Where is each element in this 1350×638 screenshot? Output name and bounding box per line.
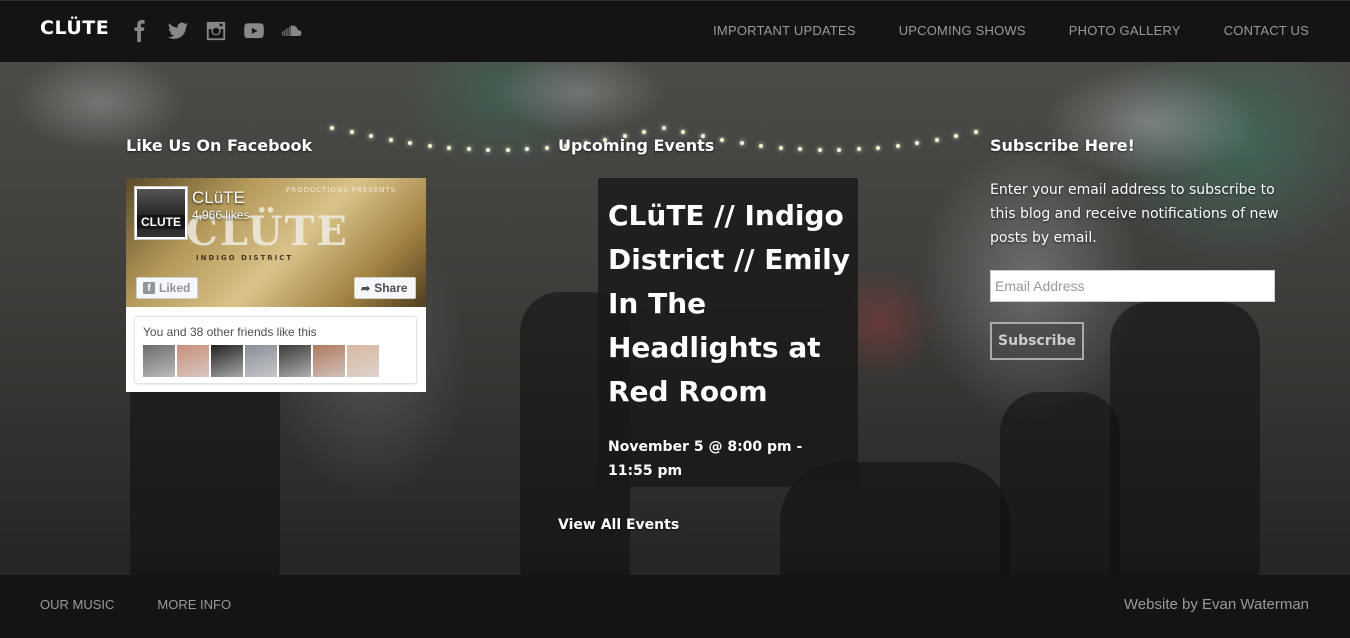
- event-title[interactable]: CLüTE // Indigo District // Emily In The…: [608, 194, 852, 414]
- light-bulb: [837, 147, 841, 152]
- light-bulb: [817, 147, 822, 152]
- light-bulb: [642, 130, 646, 135]
- facebook-page-avatar[interactable]: CLUTE: [134, 186, 188, 240]
- event-date: November 5 @ 8:00 pm - 11:55 pm: [608, 439, 803, 479]
- friends-like-text: You and 38 other friends like this: [143, 325, 317, 339]
- light-bulb: [876, 145, 880, 150]
- facebook-page-name[interactable]: CLüTE: [192, 188, 245, 208]
- light-bulb: [466, 147, 471, 152]
- facebook-friends-box: You and 38 other friends like this: [134, 316, 417, 384]
- facebook-icon[interactable]: [128, 19, 152, 43]
- site-footer: OUR MUSIC MORE INFO Website by Evan Wate…: [0, 575, 1350, 638]
- friend-avatar[interactable]: [245, 345, 277, 377]
- light-bulb: [759, 143, 763, 148]
- share-arrow-icon: ➦: [361, 282, 371, 295]
- friend-avatar[interactable]: [347, 345, 379, 377]
- event-card[interactable]: CLüTE // Indigo District // Emily In The…: [598, 178, 858, 487]
- share-button[interactable]: ➦ Share: [354, 277, 416, 299]
- light-bulb: [505, 147, 510, 152]
- friend-avatar[interactable]: [177, 345, 209, 377]
- light-bulb: [525, 147, 529, 152]
- instagram-icon[interactable]: [204, 19, 228, 43]
- nav-important-updates[interactable]: IMPORTANT UPDATES: [713, 23, 856, 38]
- light-bulb: [408, 140, 412, 145]
- main-nav: IMPORTANT UPDATES UPCOMING SHOWS PHOTO G…: [713, 23, 1309, 38]
- light-bulb: [661, 126, 666, 130]
- cover-subtitle: INDIGO DISTRICT: [196, 254, 294, 262]
- friend-avatar[interactable]: [211, 345, 243, 377]
- light-bulb: [934, 137, 939, 142]
- light-bulb: [544, 145, 549, 150]
- light-bulb: [915, 140, 919, 145]
- band-member-silhouette: [1000, 392, 1120, 575]
- nav-contact-us[interactable]: CONTACT US: [1224, 23, 1309, 38]
- light-bulb: [681, 130, 685, 135]
- light-bulb: [973, 130, 978, 135]
- nav-upcoming-shows[interactable]: UPCOMING SHOWS: [899, 23, 1026, 38]
- email-field[interactable]: [990, 270, 1275, 302]
- facebook-cover-photo[interactable]: PRODUCTIONS PRESENTS CLÜTE INDIGO DISTRI…: [126, 178, 426, 307]
- footer-more-info[interactable]: MORE INFO: [157, 597, 231, 612]
- light-bulb: [330, 126, 334, 130]
- subscribe-widget-title: Subscribe Here!: [990, 136, 1135, 155]
- facebook-small-icon: f: [143, 282, 155, 294]
- liked-label: Liked: [159, 281, 191, 295]
- light-bulb: [349, 130, 354, 135]
- subscribe-description: Enter your email address to subscribe to…: [990, 182, 1279, 246]
- light-bulb: [778, 145, 783, 150]
- facebook-like-box: PRODUCTIONS PRESENTS CLÜTE INDIGO DISTRI…: [126, 178, 426, 392]
- friend-avatar[interactable]: [313, 345, 345, 377]
- avatar-label: CLUTE: [137, 215, 185, 229]
- site-credit: Website by Evan Waterman: [1123, 596, 1309, 613]
- subscribe-button[interactable]: Subscribe: [990, 322, 1084, 360]
- cover-caption: PRODUCTIONS PRESENTS: [286, 186, 397, 194]
- site-header: CLÜTE IMPORTANT UPDATES UPCOMING SHOWS P…: [0, 0, 1350, 62]
- light-bulb: [954, 133, 958, 138]
- view-all-events-link[interactable]: View All Events: [558, 517, 679, 533]
- facebook-widget-title: Like Us On Facebook: [126, 136, 313, 155]
- light-bulb: [369, 133, 373, 138]
- light-bulb: [798, 147, 802, 152]
- twitter-icon[interactable]: [166, 19, 190, 43]
- events-widget-title: Upcoming Events: [558, 136, 715, 155]
- friend-faces: [143, 345, 379, 377]
- facebook-like-count: 4,966 likes: [192, 208, 250, 222]
- site-logo[interactable]: CLÜTE: [40, 17, 109, 39]
- light-bulb: [895, 143, 900, 148]
- band-member-silhouette: [1110, 302, 1260, 575]
- friend-avatar[interactable]: [279, 345, 311, 377]
- light-bulb: [388, 137, 393, 142]
- light-bulb: [856, 147, 861, 152]
- light-bulb: [486, 147, 490, 152]
- nav-photo-gallery[interactable]: PHOTO GALLERY: [1069, 23, 1181, 38]
- light-bulb: [427, 143, 432, 148]
- light-bulb: [447, 145, 451, 150]
- social-links: [128, 19, 304, 43]
- footer-our-music[interactable]: OUR MUSIC: [40, 597, 114, 612]
- friend-avatar[interactable]: [143, 345, 175, 377]
- share-label: Share: [374, 281, 408, 295]
- youtube-icon[interactable]: [242, 19, 266, 43]
- hero-background: Like Us On Facebook PRODUCTIONS PRESENTS…: [0, 62, 1350, 575]
- footer-nav: OUR MUSIC MORE INFO: [40, 597, 231, 612]
- soundcloud-icon[interactable]: [280, 19, 304, 43]
- liked-button[interactable]: f Liked: [136, 277, 198, 299]
- light-bulb: [739, 140, 744, 145]
- light-bulb: [720, 137, 724, 142]
